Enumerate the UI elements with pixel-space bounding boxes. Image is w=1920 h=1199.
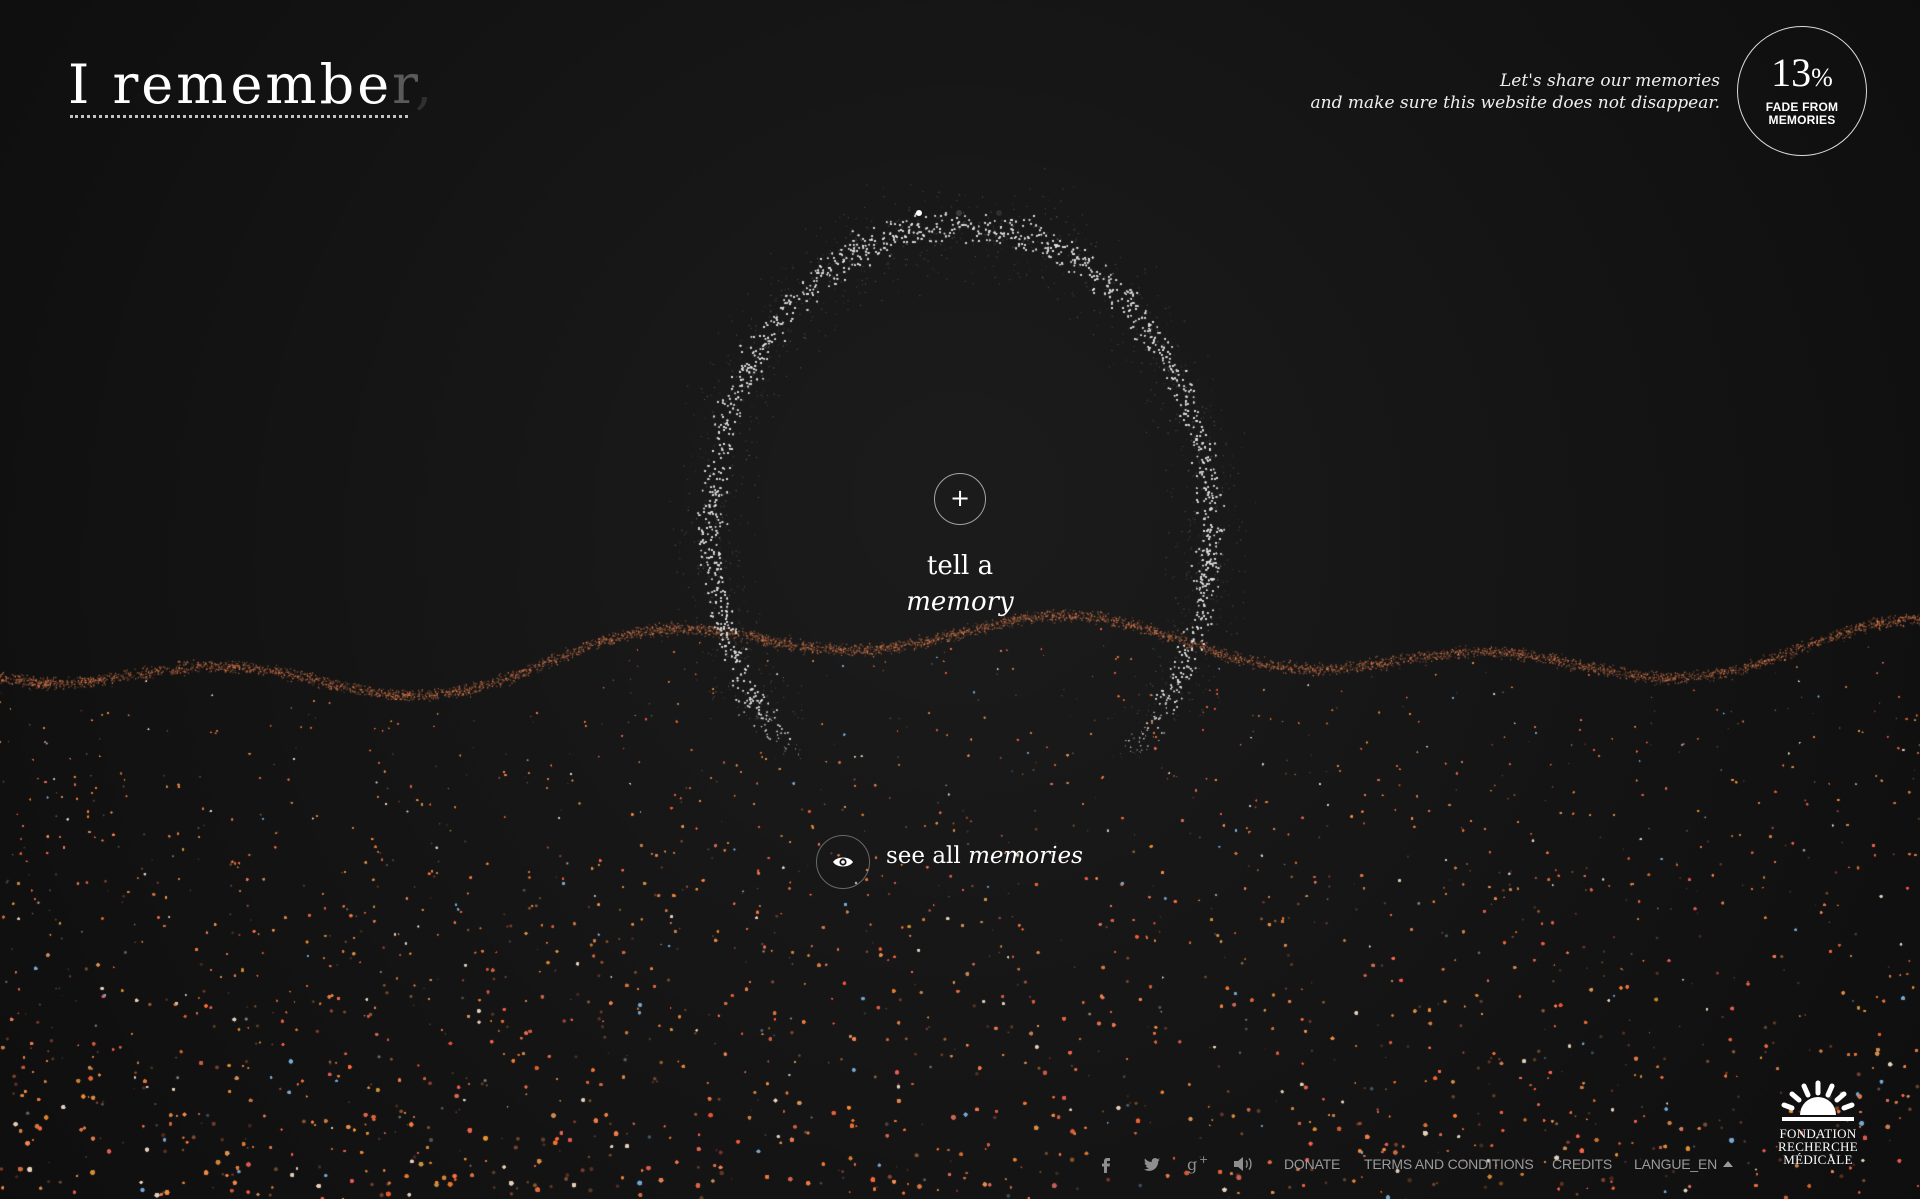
eye-icon	[833, 857, 853, 867]
sound-icon[interactable]	[1232, 1154, 1256, 1174]
tagline-line-2: and make sure this website does not disa…	[1310, 93, 1720, 113]
foundation-line-3: MÉDICALE	[1783, 1152, 1853, 1167]
add-memory-button[interactable]: +	[934, 473, 986, 525]
sun-logo-icon	[1781, 1080, 1855, 1121]
google-plus-icon[interactable]: g +	[1186, 1154, 1212, 1174]
logo-fading-comma: ,	[415, 53, 436, 116]
foundation-logo[interactable]: FONDATION RECHERCHE MÉDICALE	[1768, 1075, 1868, 1166]
fade-label: FADE FROM MEMORIES	[1738, 101, 1866, 127]
site-logo[interactable]: I remember,	[68, 58, 435, 112]
logo-dotted-underline	[70, 115, 408, 118]
fade-percentage-badge: 13% FADE FROM MEMORIES	[1737, 26, 1867, 156]
pagination-dot-2[interactable]	[956, 210, 962, 216]
fade-value: 13	[1771, 50, 1812, 95]
svg-text:g: g	[1187, 1155, 1197, 1174]
see-all-prefix: see all	[886, 843, 961, 869]
pagination-dot-1[interactable]	[916, 210, 922, 216]
facebook-icon[interactable]	[1096, 1154, 1116, 1174]
tagline: Let's share our memories and make sure t…	[1311, 70, 1720, 114]
tagline-line-1: Let's share our memories	[1500, 71, 1720, 91]
fade-label-line-2: MEMORIES	[1768, 113, 1836, 127]
credits-link[interactable]: CREDITS	[1552, 1156, 1612, 1172]
caret-up-icon	[1723, 1161, 1734, 1167]
fade-unit: %	[1811, 63, 1833, 92]
tell-memory-line-1: tell a	[926, 551, 994, 581]
see-all-memories-link[interactable]: see all memories	[886, 843, 1083, 869]
see-all-emphasis: memories	[968, 843, 1083, 869]
svg-text:+: +	[1199, 1154, 1208, 1166]
see-all-memories-button[interactable]	[816, 835, 870, 889]
tell-memory-link[interactable]: tell a memory	[860, 548, 1060, 620]
donate-link[interactable]: DONATE	[1284, 1156, 1340, 1172]
pagination-dot-3[interactable]	[996, 210, 1002, 216]
logo-text: I remembe	[68, 53, 393, 116]
fade-percentage: 13%	[1738, 53, 1866, 93]
tell-memory-line-2: memory	[906, 587, 1014, 617]
logo-fading-letter: r	[392, 53, 416, 116]
foundation-name: FONDATION RECHERCHE MÉDICALE	[1768, 1127, 1868, 1166]
twitter-icon[interactable]	[1142, 1154, 1162, 1174]
language-selector[interactable]: LANGUE_EN	[1634, 1156, 1734, 1172]
language-label: LANGUE_EN	[1634, 1156, 1718, 1172]
plus-icon: +	[949, 484, 971, 512]
terms-link[interactable]: TERMS AND CONDITIONS	[1364, 1156, 1534, 1172]
